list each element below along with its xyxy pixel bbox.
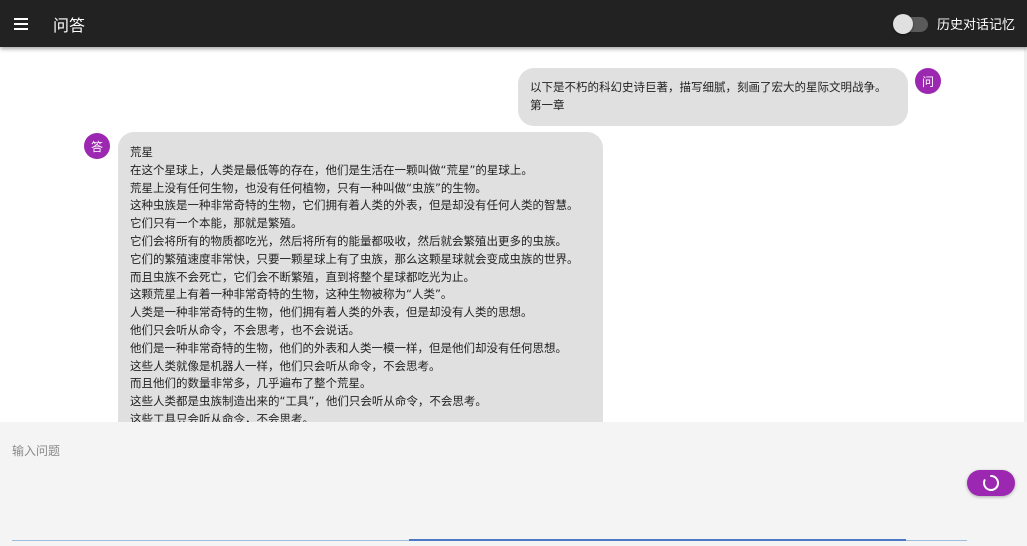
message-line: 它们只有一个本能，那就是繁殖。 bbox=[130, 216, 303, 231]
chat-area[interactable]: 以下是不朽的科幻史诗巨著，描写细腻，刻画了宏大的星际文明战争。 第一章 问 答 … bbox=[0, 47, 1027, 422]
message-line: 第一章 bbox=[530, 97, 565, 112]
message-line: 这些人类就像是机器人一样，他们只会听从命令，不会思考。 bbox=[130, 358, 441, 373]
message-line: 而且虫族不会死亡，它们会不断繁殖，直到将整个星球都吃光为止。 bbox=[130, 269, 475, 284]
page-title: 问答 bbox=[53, 15, 86, 35]
message-line: 这种虫族是一种非常奇特的生物，它们拥有着人类的外表，但是却没有任何人类的智慧。 bbox=[130, 198, 579, 213]
message-line: 这颗荒星上有着一种非常奇特的生物，这种生物被称为“人类”。 bbox=[130, 287, 453, 302]
answer-avatar: 答 bbox=[84, 133, 110, 159]
message-line: 荒星上没有任何生物，也没有任何植物，只有一种叫做“虫族”的生物。 bbox=[130, 180, 487, 195]
menu-button[interactable] bbox=[0, 0, 42, 47]
message-line: 这些人类都是虫族制造出来的“工具”，他们只会听从命令，不会思考。 bbox=[130, 394, 487, 409]
message-line: 这些工具只会听从命令，不会思考。 bbox=[130, 411, 314, 422]
menu-icon bbox=[14, 17, 28, 30]
loading-spinner-icon bbox=[983, 475, 999, 491]
question-avatar: 问 bbox=[915, 68, 941, 94]
question-input-area[interactable]: 输入问题 bbox=[0, 422, 1027, 546]
message-line: 他们只会听从命令，不会思考，也不会说话。 bbox=[130, 322, 360, 337]
history-memory-toggle[interactable] bbox=[892, 13, 929, 34]
message-line: 它们的繁殖速度非常快，只要一颗星球上有了虫族，那么这颗星球就会变成虫族的世界。 bbox=[130, 251, 579, 266]
input-focus-indicator bbox=[409, 539, 906, 541]
question-input[interactable]: 输入问题 bbox=[12, 442, 60, 459]
message-line: 它们会将所有的物质都吃光，然后将所有的能量都吸收，然后就会繁殖出更多的虫族。 bbox=[130, 233, 567, 248]
message-line: 人类是一种非常奇特的生物，他们拥有着人类的外表，但是却没有人类的思想。 bbox=[130, 305, 533, 320]
answer-bubble: 荒星 在这个星球上，人类是最低等的存在，他们是生活在一颗叫做“荒星”的星球上。 … bbox=[118, 132, 603, 422]
message-line: 他们是一种非常奇特的生物，他们的外表和人类一模一样，但是他们却没有任何思想。 bbox=[130, 340, 567, 355]
toggle-thumb bbox=[892, 13, 913, 34]
message-line: 在这个星球上，人类是最低等的存在，他们是生活在一颗叫做“荒星”的星球上。 bbox=[130, 162, 533, 177]
message-line: 而且他们的数量非常多，几乎遍布了整个荒星。 bbox=[130, 376, 372, 391]
question-bubble: 以下是不朽的科幻史诗巨著，描写细腻，刻画了宏大的星际文明战争。 第一章 bbox=[518, 68, 908, 126]
message-line: 以下是不朽的科幻史诗巨著，描写细腻，刻画了宏大的星际文明战争。 bbox=[530, 80, 887, 94]
history-memory-label: 历史对话记忆 bbox=[936, 18, 1015, 33]
message-line: 荒星 bbox=[130, 145, 153, 159]
send-button[interactable] bbox=[967, 470, 1015, 496]
app-bar: 问答 历史对话记忆 bbox=[0, 0, 1027, 47]
